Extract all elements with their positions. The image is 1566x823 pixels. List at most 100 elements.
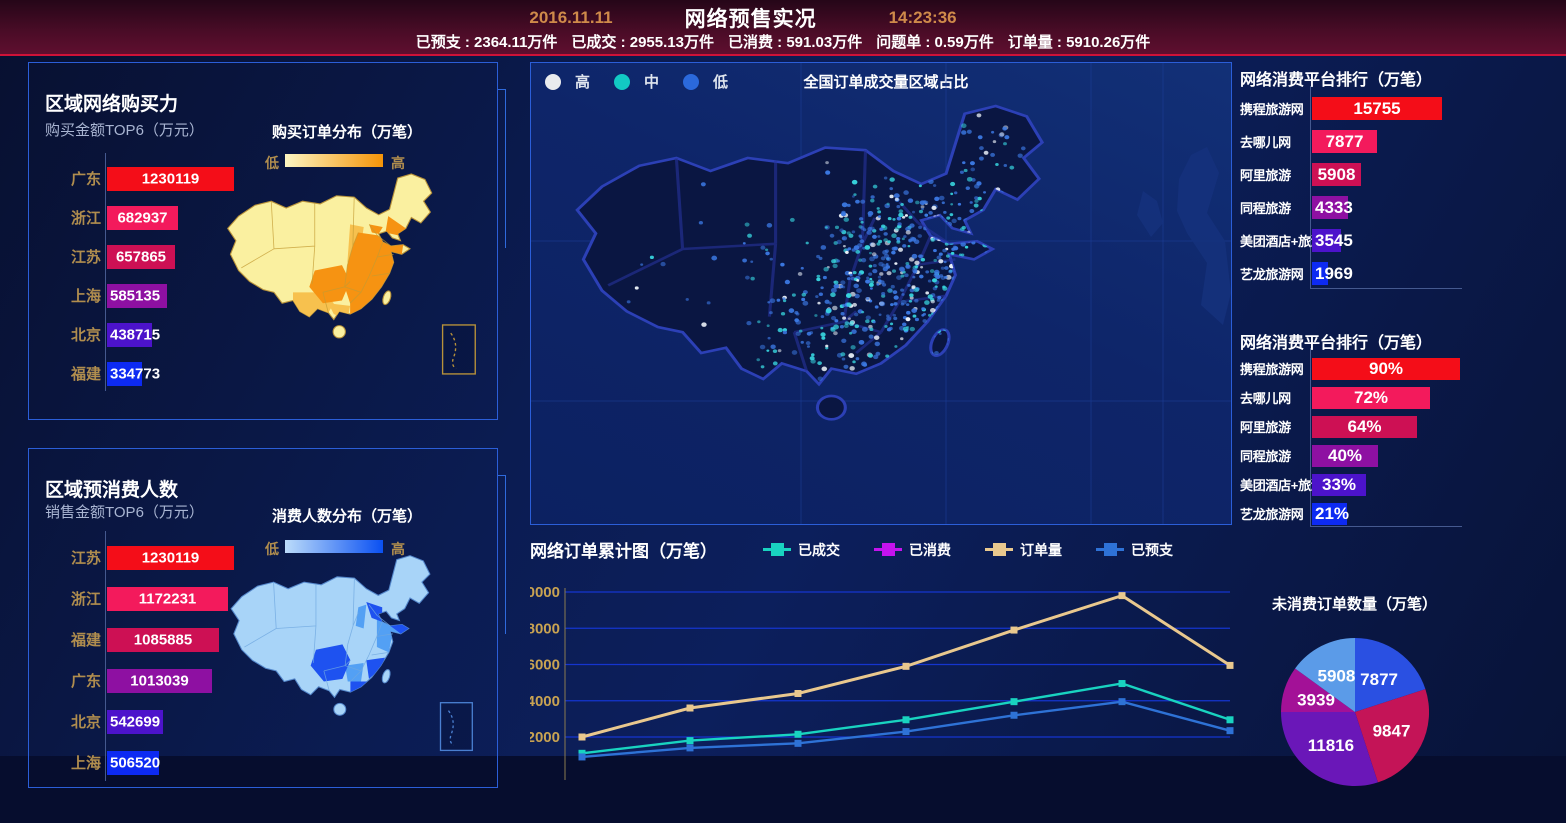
legend-item-已成交[interactable]: 已成交 xyxy=(763,540,840,560)
bar-category-label: 阿里旅游 xyxy=(1240,417,1306,436)
bar-row: 艺龙旅游网21% xyxy=(1240,499,1566,528)
legend-item-已消费[interactable]: 已消费 xyxy=(874,540,951,560)
bar-segment: 1013039 xyxy=(107,669,212,693)
bar-segment: 1969 xyxy=(1312,262,1328,285)
header: 2016.11.11 网络预售实况 14:23:36 已预支 : 2364.11… xyxy=(0,0,1566,56)
chart-subtitle: 销售金额TOP6（万元） xyxy=(45,501,204,522)
bar-value: 4333 xyxy=(1315,198,1353,218)
right-column: 网络消费平台排行（万笔） 携程旅游网15755去哪儿网7877阿里旅游5908同… xyxy=(1240,62,1566,756)
bar-chart-platform-percent: 携程旅游网90%去哪儿网72%阿里旅游64%同程旅游40%美团酒店+旅游33%艺… xyxy=(1240,354,1566,530)
legend-item-订单量[interactable]: 订单量 xyxy=(985,540,1062,560)
bar-value: 657865 xyxy=(116,248,166,265)
header-stat: 已消费 : 591.03万件 xyxy=(728,31,862,52)
china-map-consumer-distribution xyxy=(225,549,497,761)
bar-segment: 1230119 xyxy=(107,167,234,191)
bar-value: 682937 xyxy=(117,209,167,226)
china-landmass-group xyxy=(565,106,1042,419)
chart-subtitle: 购买金额TOP6（万元） xyxy=(45,119,204,140)
bar-value: 1085885 xyxy=(134,631,192,648)
rank-percent-title: 网络消费平台排行（万笔） xyxy=(1240,329,1480,353)
panel-corner-accent xyxy=(498,475,506,634)
bar-segment: 334773 xyxy=(107,362,142,386)
bar-segment: 682937 xyxy=(107,206,178,230)
bar-segment: 7877 xyxy=(1312,130,1377,153)
bar-value: 40% xyxy=(1328,446,1362,466)
legend-label: 订单量 xyxy=(1020,540,1062,560)
bar-row: 携程旅游网15755 xyxy=(1240,92,1566,125)
y-tick-label: 4000 xyxy=(530,693,560,710)
bar-value: 1013039 xyxy=(130,672,188,689)
header-stat: 已成交 : 2955.13万件 xyxy=(571,31,714,52)
bar-value: 1230119 xyxy=(142,170,200,187)
series-point xyxy=(903,663,910,670)
pie-slice-label: 9847 xyxy=(1373,722,1411,741)
bar-segment: 438715 xyxy=(107,323,152,347)
series-point xyxy=(1011,627,1018,634)
series-point xyxy=(1119,698,1126,705)
series-point xyxy=(795,740,802,747)
bar-category-label: 上海 xyxy=(43,285,101,306)
bar-row: 美团酒店+旅游33% xyxy=(1240,470,1566,499)
bar-segment: 585135 xyxy=(107,284,167,308)
bar-category-label: 福建 xyxy=(43,629,101,650)
bar-category-label: 江苏 xyxy=(43,246,101,267)
legend-label: 已消费 xyxy=(909,540,951,560)
series-point xyxy=(903,716,910,723)
bar-category-label: 美团酒店+旅游 xyxy=(1240,475,1306,494)
korea-landmass xyxy=(1137,191,1163,237)
bar-value: 542699 xyxy=(110,713,160,730)
bar-segment: 21% xyxy=(1312,503,1347,525)
series-point xyxy=(687,705,694,712)
series-point xyxy=(687,737,694,744)
y-tick-label: 10000 xyxy=(530,584,560,601)
series-point xyxy=(1227,716,1234,723)
pie-chart: 787798471181639395908 xyxy=(1281,638,1429,823)
bar-baseline xyxy=(1310,288,1462,289)
bar-value: 585135 xyxy=(110,287,160,304)
bar-chart-platform-volume: 携程旅游网15755去哪儿网7877阿里旅游5908同程旅游4333美团酒店+旅… xyxy=(1240,92,1566,292)
national-scatter-map xyxy=(531,63,1231,524)
map-legend-title: 购买订单分布（万笔） xyxy=(257,121,437,142)
bar-row: 艺龙旅游网1969 xyxy=(1240,257,1566,290)
series-point xyxy=(1011,698,1018,705)
bar-value: 90% xyxy=(1369,359,1403,379)
legend-marker xyxy=(985,543,1013,556)
y-tick-label: 6000 xyxy=(530,657,560,674)
bar-segment: 657865 xyxy=(107,245,175,269)
header-date: 2016.11.11 xyxy=(529,8,612,28)
bar-category-label: 去哪儿网 xyxy=(1240,132,1306,151)
bar-category-label: 同程旅游 xyxy=(1240,198,1306,217)
panel-corner-accent xyxy=(498,89,506,248)
bar-segment: 506520 xyxy=(107,751,159,775)
series-point xyxy=(903,728,910,735)
bar-segment: 3545 xyxy=(1312,229,1341,252)
header-title-row: 2016.11.11 网络预售实况 14:23:36 xyxy=(0,3,1526,33)
bar-category-label: 浙江 xyxy=(43,207,101,228)
series-point xyxy=(1011,712,1018,719)
series-point xyxy=(1227,662,1234,669)
bar-category-label: 浙江 xyxy=(43,588,101,609)
panel-regional-preconsumers: 区域预消费人数 销售金额TOP6（万元） 江苏1230119浙江1172231福… xyxy=(28,448,498,788)
bar-category-label: 北京 xyxy=(43,324,101,345)
series-point xyxy=(1227,727,1234,734)
bar-category-label: 携程旅游网 xyxy=(1240,359,1306,378)
dashboard-root: { "header": { "date": "2016.11.11", "tit… xyxy=(0,0,1566,756)
header-stats: 已预支 : 2364.11万件已成交 : 2955.13万件已消费 : 591.… xyxy=(0,31,1566,52)
bar-row: 阿里旅游 64% xyxy=(1240,412,1566,441)
line-chart-plot: 100008000600040002000 xyxy=(530,580,1234,756)
line-chart-svg: 100008000600040002000 xyxy=(530,580,1234,780)
legend-label: 已预支 xyxy=(1131,540,1173,560)
series-point xyxy=(579,753,586,760)
bar-value: 64% xyxy=(1347,417,1381,437)
legend-marker xyxy=(763,543,791,556)
bar-category-label: 上海 xyxy=(43,752,101,773)
map-legend-title: 消费人数分布（万笔） xyxy=(257,505,437,526)
bar-segment: 90% xyxy=(1312,358,1460,380)
bar-value: 1969 xyxy=(1315,264,1353,284)
bar-value: 334773 xyxy=(110,365,160,382)
bar-row: 去哪儿网 7877 xyxy=(1240,125,1566,158)
south-china-sea-inset xyxy=(443,325,476,374)
bar-value: 1230119 xyxy=(142,549,200,566)
bar-category-label: 北京 xyxy=(43,711,101,732)
legend-item-已预支[interactable]: 已预支 xyxy=(1096,540,1173,560)
